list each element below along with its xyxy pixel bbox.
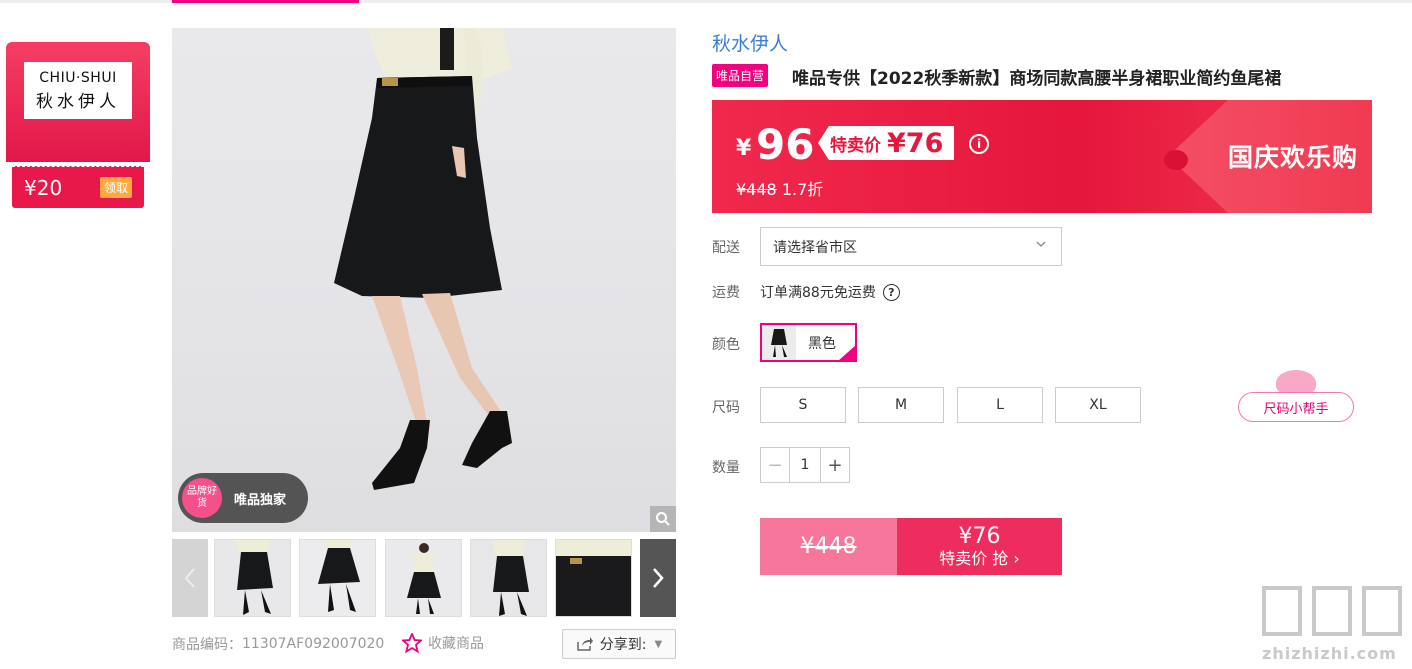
exclusive-badge-label: 唯品独家 xyxy=(234,492,287,508)
shipping-text: 订单满88元免运费 xyxy=(760,285,876,301)
coupon-footer: ¥20 领取 xyxy=(12,166,144,208)
product-title: 唯品专供【2022秋季新款】商场同款高腰半身裙职业简约鱼尾裙 xyxy=(792,69,1282,89)
thumbnail-3[interactable] xyxy=(385,539,462,617)
help-icon[interactable]: ? xyxy=(882,283,900,301)
product-code-label: 商品编码： xyxy=(172,637,242,653)
watermark-glyph xyxy=(1362,586,1402,636)
chevron-down-icon: ▼ xyxy=(654,638,663,650)
buy-price: ¥76 xyxy=(958,523,1001,549)
active-tab-indicator xyxy=(172,0,359,3)
watermark-text: zhizhizhi.com xyxy=(1262,644,1397,663)
special-price-label: 特卖价 xyxy=(830,135,881,156)
size-helper[interactable]: 尺码小帮手 xyxy=(1238,370,1354,424)
buy-original-price: ¥448 xyxy=(760,518,897,575)
brand-link[interactable]: 秋水伊人 xyxy=(712,29,788,56)
share-label: 分享到: xyxy=(599,637,647,653)
size-option-s[interactable]: S xyxy=(760,387,846,423)
size-label: 尺码 xyxy=(712,400,740,416)
claim-coupon-button[interactable]: 领取 xyxy=(99,177,132,198)
brand-coupon[interactable]: CHIU·SHUI 秋水伊人 ¥20 领取 xyxy=(6,42,150,208)
special-price-box: 特卖价 ¥76 xyxy=(818,126,954,160)
thumbnail-4[interactable] xyxy=(470,539,547,617)
buy-special-price[interactable]: ¥76 特卖价 抢 › xyxy=(897,518,1062,575)
chevron-down-icon xyxy=(1035,238,1047,253)
watermark-glyph xyxy=(1262,586,1302,636)
tag-hole xyxy=(1164,150,1188,170)
brand-logo-en: CHIU·SHUI xyxy=(39,69,117,86)
brand-goods-icon: 品牌好货 xyxy=(182,478,222,518)
size-helper-button[interactable]: 尺码小帮手 xyxy=(1238,392,1354,422)
thumbnail-strip xyxy=(172,539,676,617)
size-option-xl[interactable]: XL xyxy=(1055,387,1141,423)
star-icon xyxy=(402,633,422,653)
zoom-icon[interactable] xyxy=(650,506,676,532)
product-photo xyxy=(334,28,512,490)
quantity-input[interactable]: 1 xyxy=(789,448,821,482)
price-main: 96 xyxy=(756,120,815,169)
watermark: zhizhizhi.com xyxy=(1262,586,1408,666)
event-label: 国庆欢乐购 xyxy=(1228,143,1359,172)
color-option-black[interactable]: 黑色 xyxy=(760,323,857,362)
brand-logo[interactable]: CHIU·SHUI 秋水伊人 xyxy=(24,62,132,119)
delivery-label: 配送 xyxy=(712,240,740,256)
shipping-label: 运费 xyxy=(712,285,740,301)
coupon-header: CHIU·SHUI 秋水伊人 xyxy=(6,42,150,162)
increase-button[interactable]: + xyxy=(821,448,849,482)
price-currency: ¥ xyxy=(736,136,752,161)
original-price-row: ¥448 1.7折 xyxy=(736,176,823,200)
favorite-label: 收藏商品 xyxy=(428,636,484,652)
main-product-image[interactable]: 品牌好货 唯品独家 xyxy=(172,28,676,532)
thumbnail-5[interactable] xyxy=(555,539,632,617)
region-select[interactable]: 请选择省市区 xyxy=(760,227,1062,266)
region-select-value: 请选择省市区 xyxy=(773,239,857,256)
thumbnail-2[interactable] xyxy=(299,539,376,617)
product-code: 11307AF092007020 xyxy=(242,636,385,652)
quantity-label: 数量 xyxy=(712,460,740,476)
exclusive-badge: 品牌好货 唯品独家 xyxy=(178,473,308,523)
buy-action-label: 特卖价 抢 › xyxy=(939,548,1020,568)
brand-logo-cn: 秋水伊人 xyxy=(36,91,120,112)
color-option-label: 黑色 xyxy=(808,335,836,352)
quantity-stepper: − 1 + xyxy=(760,447,850,483)
buy-button[interactable]: ¥448 ¥76 特卖价 抢 › xyxy=(760,518,1062,575)
coupon-amount: ¥20 xyxy=(24,175,63,200)
shipping-info: 订单满88元免运费 ? xyxy=(760,282,900,302)
product-meta-row: 商品编码： 11307AF092007020 收藏商品 分享到: ▼ xyxy=(172,628,676,660)
info-icon[interactable]: i xyxy=(969,134,989,154)
selected-check-icon xyxy=(838,345,855,360)
size-option-m[interactable]: M xyxy=(858,387,944,423)
thumbnail-prev-button[interactable] xyxy=(172,539,208,617)
thumbnail-next-button[interactable] xyxy=(640,539,676,617)
self-operated-tag: 唯品自营 xyxy=(712,64,769,87)
color-swatch-image xyxy=(762,325,796,360)
share-button[interactable]: 分享到: ▼ xyxy=(562,629,676,659)
special-price-amount: ¥76 xyxy=(887,127,944,159)
color-label: 颜色 xyxy=(712,337,740,353)
size-option-l[interactable]: L xyxy=(957,387,1043,423)
watermark-glyph xyxy=(1312,586,1352,636)
original-price: ¥448 xyxy=(736,180,777,199)
share-icon xyxy=(577,637,593,651)
price-banner: ¥ 96 特卖价 ¥76 i ¥448 1.7折 国庆欢乐购 xyxy=(712,100,1372,213)
decrease-button[interactable]: − xyxy=(761,448,789,482)
favorite-button[interactable]: 收藏商品 xyxy=(402,633,484,653)
thumbnail-1[interactable] xyxy=(214,539,291,617)
discount: 1.7折 xyxy=(781,180,824,199)
